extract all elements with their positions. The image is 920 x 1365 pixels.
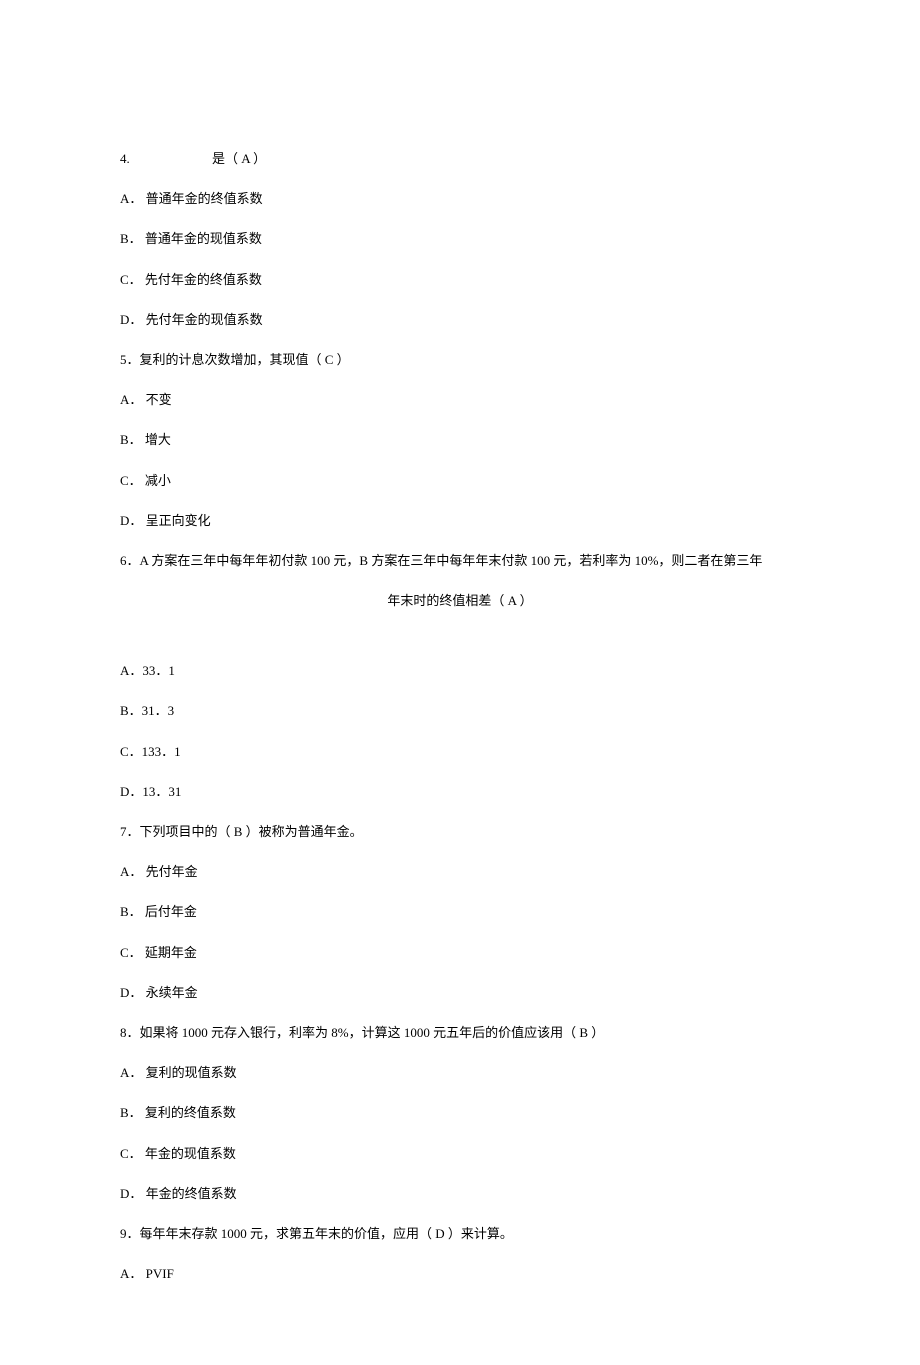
question-8-option-b: B． 复利的终值系数 — [120, 1104, 800, 1122]
question-7-stem: 7．下列项目中的（ B ）被称为普通年金。 — [120, 823, 800, 841]
question-5-option-c: C． 减小 — [120, 472, 800, 490]
question-6-option-c: C．133．1 — [120, 743, 800, 761]
question-4-option-d: D． 先付年金的现值系数 — [120, 311, 800, 329]
question-6-option-d: D．13．31 — [120, 783, 800, 801]
question-9-stem: 9．每年年末存款 1000 元，求第五年末的价值，应用（ D ）来计算。 — [120, 1225, 800, 1243]
question-4-option-c: C． 先付年金的终值系数 — [120, 271, 800, 289]
question-7-option-b: B． 后付年金 — [120, 903, 800, 921]
question-5-option-d: D． 呈正向变化 — [120, 512, 800, 530]
question-7-option-d: D． 永续年金 — [120, 984, 800, 1002]
question-5-option-b: B． 增大 — [120, 431, 800, 449]
question-7-option-c: C． 延期年金 — [120, 944, 800, 962]
question-4-number: 4. — [120, 150, 212, 168]
question-6-option-b: B．31．3 — [120, 702, 800, 720]
question-5-option-a: A． 不变 — [120, 391, 800, 409]
question-6-option-a: A．33．1 — [120, 662, 800, 680]
question-4-stem: 4.是（ A ） — [120, 150, 800, 168]
question-8-option-d: D． 年金的终值系数 — [120, 1185, 800, 1203]
question-8-option-a: A． 复利的现值系数 — [120, 1064, 800, 1082]
question-4-option-b: B． 普通年金的现值系数 — [120, 230, 800, 248]
question-7-option-a: A． 先付年金 — [120, 863, 800, 881]
question-5-stem: 5．复利的计息次数增加，其现值（ C ） — [120, 351, 800, 369]
question-8-option-c: C． 年金的现值系数 — [120, 1145, 800, 1163]
question-9-option-a: A． PVIF — [120, 1265, 800, 1283]
question-6-stem-line1: 6．A 方案在三年中每年年初付款 100 元，B 方案在三年中每年年末付款 10… — [120, 552, 800, 570]
question-6-stem-line2: 年末时的终值相差（ A ） — [120, 592, 800, 610]
question-4-text: 是（ A ） — [212, 151, 266, 166]
question-8-stem: 8．如果将 1000 元存入银行，利率为 8%，计算这 1000 元五年后的价值… — [120, 1024, 800, 1042]
question-4-option-a: A． 普通年金的终值系数 — [120, 190, 800, 208]
